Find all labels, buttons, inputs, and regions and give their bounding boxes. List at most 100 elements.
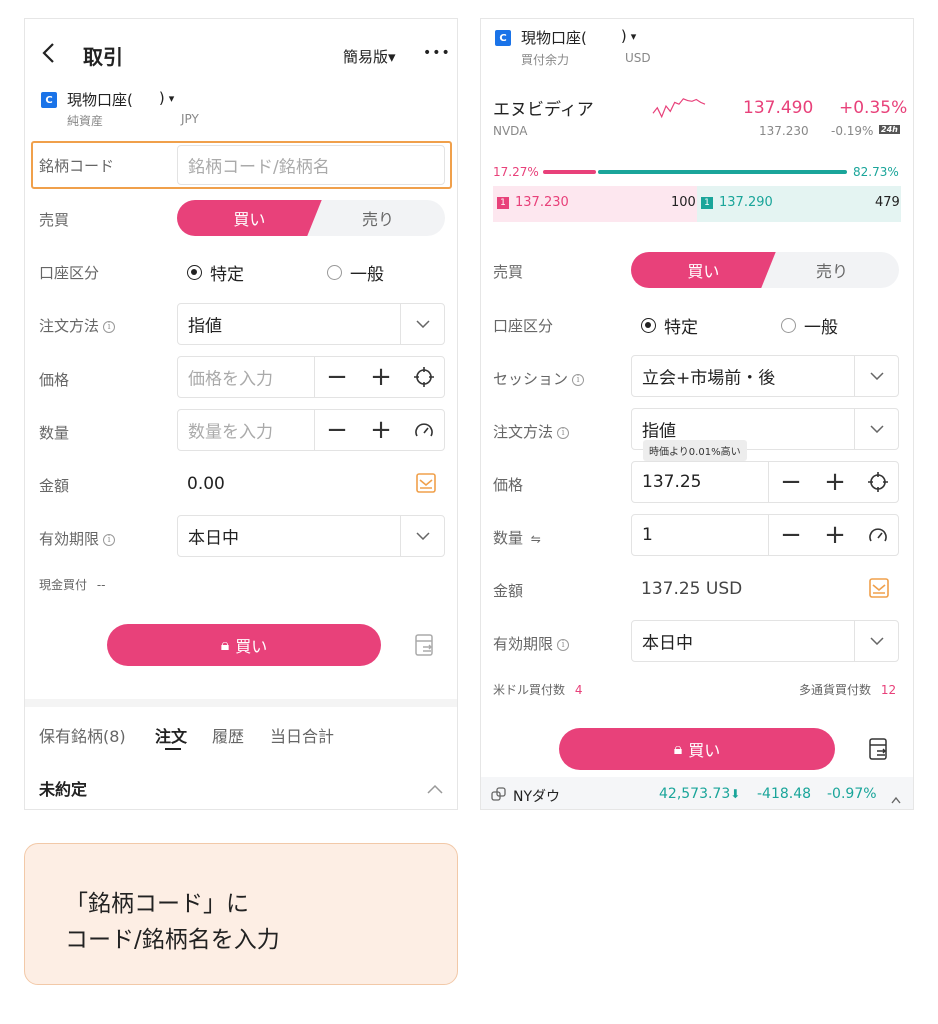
info-icon[interactable]: i [557, 638, 570, 651]
order-method-label: 注文方法 i [39, 315, 116, 336]
bid-level-badge: 1 [497, 197, 509, 209]
cash-value: -- [96, 578, 106, 592]
bid-ratio-label: 17.27% [493, 165, 539, 179]
back-icon[interactable] [39, 41, 59, 65]
chevron-down-icon: ▾ [168, 92, 175, 105]
swap-icon[interactable]: ⇋ [531, 532, 541, 546]
order-method-value: 指値 [188, 316, 222, 337]
price-input[interactable]: 価格を入力 − + [177, 356, 445, 398]
ratio-bar-bid [543, 170, 596, 174]
usd-buy-count: 4 [574, 683, 583, 697]
chevron-up-icon[interactable] [891, 789, 901, 808]
minus-icon[interactable]: − [315, 357, 359, 397]
index-change: -418.48 [757, 786, 812, 802]
info-icon[interactable]: i [103, 533, 116, 546]
cash-label: 現金買付 [39, 578, 88, 592]
account-currency: JPY [181, 112, 199, 126]
account-sub-label: 買付余力 [521, 53, 570, 67]
buy-submit-label: 買い [235, 637, 268, 656]
radio-selected-icon [187, 265, 202, 280]
side-toggle[interactable]: 買い 売り [177, 200, 445, 236]
qty-input[interactable]: 1 − + [631, 514, 899, 556]
info-icon[interactable]: i [572, 373, 585, 386]
tab-holdings[interactable]: 保有銘柄(8) [39, 723, 126, 747]
order-method-select[interactable]: 指値 [177, 303, 445, 345]
more-icon[interactable]: ••• [423, 45, 451, 61]
account-paren: ) [620, 27, 627, 45]
ask-size: 479 [875, 195, 900, 210]
account-paren: ) [158, 89, 165, 107]
buy-tab[interactable]: 買い [631, 252, 776, 288]
qty-input[interactable]: 数量を入力 − + [177, 409, 445, 451]
tab-history[interactable]: 履歴 [212, 723, 244, 747]
info-icon[interactable]: i [557, 426, 570, 439]
buy-tab[interactable]: 買い [177, 200, 322, 236]
code-input[interactable]: 銘柄コード/銘柄名 [177, 145, 445, 185]
tab-active-underline [165, 748, 181, 750]
info-icon[interactable]: i [103, 320, 116, 333]
account-sub-label: 純資産 [67, 114, 104, 128]
side-label: 売買 [493, 263, 524, 281]
chevron-down-icon[interactable] [854, 356, 898, 396]
minus-icon[interactable]: − [315, 410, 359, 450]
index-pct: -0.97% [827, 786, 877, 802]
code-label: 銘柄コード [39, 157, 115, 175]
gauge-icon[interactable] [857, 515, 899, 555]
left-phone-screen: 取引 簡易版▾ ••• C 現物口座( ) ▾ 純資産 JPY 銘柄コード 銘柄… [24, 18, 458, 810]
session-text: セッション [493, 370, 569, 388]
tab-orders[interactable]: 注文 [155, 723, 187, 747]
chevron-down-icon[interactable] [854, 409, 898, 449]
index-ticker-bar[interactable]: NYダウ 42,573.73⬇ -418.48 -0.97% [481, 777, 913, 809]
sell-tab[interactable]: 売り [765, 252, 899, 288]
callout-line-1: 「銘柄コード」に [65, 891, 249, 917]
buy-submit-button[interactable]: 🔒︎ 買い [107, 624, 381, 666]
gauge-icon[interactable] [403, 410, 445, 450]
expiry-select[interactable]: 本日中 [177, 515, 445, 557]
order-book-icon[interactable] [414, 633, 436, 657]
chevron-down-icon[interactable] [854, 621, 898, 661]
order-book-row[interactable]: 1 137.230 100 1 137.290 479 [493, 186, 901, 222]
plus-icon[interactable]: + [813, 462, 857, 502]
target-icon[interactable] [403, 357, 445, 397]
ask-price: 137.290 [719, 195, 773, 210]
plus-icon[interactable]: + [813, 515, 857, 555]
tab-daily-total[interactable]: 当日合計 [270, 723, 334, 747]
expiry-label: 有効期限 i [39, 528, 116, 549]
sell-tab[interactable]: 売り [311, 200, 445, 236]
expiry-select[interactable]: 本日中 [631, 620, 899, 662]
price-input[interactable]: 137.25 − + [631, 461, 899, 503]
session-select[interactable]: 立会+市場前・後 [631, 355, 899, 397]
radio-selected-icon [641, 318, 656, 333]
chevron-down-icon[interactable] [400, 516, 444, 556]
radio-ippan[interactable]: 一般 [781, 313, 838, 338]
account-selector[interactable]: 現物口座( ) ▾ [521, 27, 636, 48]
index-value-text: 42,573.73 [659, 786, 731, 802]
qty-value: 1 [642, 525, 653, 545]
section-title: 未約定 [39, 780, 88, 799]
calculator-icon[interactable] [868, 577, 890, 599]
side-toggle[interactable]: 買い 売り [631, 252, 899, 288]
session-label: セッション i [493, 368, 585, 389]
buy-submit-button[interactable]: 🔒︎ 買い [559, 728, 835, 770]
minus-icon[interactable]: − [769, 515, 813, 555]
radio-ippan-label: 一般 [350, 265, 384, 285]
multi-buy-count: 12 [880, 683, 897, 697]
chevron-up-icon[interactable] [427, 779, 443, 798]
account-selector[interactable]: 現物口座( ) ▾ [67, 89, 174, 110]
page-title: 取引 [83, 45, 123, 69]
chevron-down-icon[interactable] [400, 304, 444, 344]
account-icon: C [41, 92, 57, 108]
section-divider [25, 699, 457, 707]
radio-ippan[interactable]: 一般 [327, 260, 384, 285]
plus-icon[interactable]: + [359, 410, 403, 450]
calculator-icon[interactable] [415, 472, 437, 494]
radio-tokutei[interactable]: 特定 [187, 260, 244, 285]
radio-tokutei[interactable]: 特定 [641, 313, 698, 338]
minus-icon[interactable]: − [769, 462, 813, 502]
ext-badge: 24h [879, 125, 900, 134]
plus-icon[interactable]: + [359, 357, 403, 397]
target-icon[interactable] [857, 462, 899, 502]
radio-unselected-icon [781, 318, 796, 333]
mode-dropdown[interactable]: 簡易版▾ [343, 46, 396, 67]
order-book-icon[interactable] [868, 737, 890, 761]
